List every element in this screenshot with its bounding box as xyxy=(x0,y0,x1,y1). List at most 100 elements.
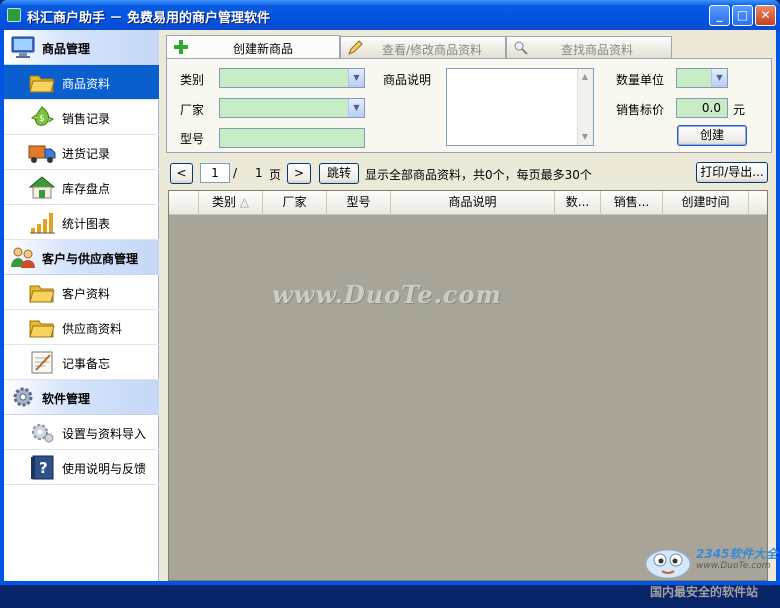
tab-create-product[interactable]: 创建新商品 xyxy=(166,35,340,59)
bar-chart-icon xyxy=(30,213,55,234)
sidebar-item-label: 使用说明与反馈 xyxy=(62,462,147,476)
sidebar-item-label: 进货记录 xyxy=(62,147,111,161)
unit-label: 数量单位 xyxy=(616,73,665,87)
column-header-description[interactable]: 商品说明 xyxy=(391,191,555,215)
close-button[interactable]: ✕ xyxy=(755,5,776,26)
category-combo[interactable]: ▼ xyxy=(219,68,365,88)
sidebar-item-sales-records[interactable]: $ 销售记录 xyxy=(4,100,159,135)
pencil-icon xyxy=(348,40,363,55)
minimize-button[interactable]: _ xyxy=(709,5,730,26)
section-software-management[interactable]: 软件管理 xyxy=(4,380,159,415)
column-header-quantity[interactable]: 数... xyxy=(555,191,601,215)
magnifier-icon xyxy=(514,41,528,55)
create-button[interactable]: 创建 xyxy=(677,125,747,146)
price-input[interactable]: 0.0 xyxy=(676,98,728,118)
column-header-created-time[interactable]: 创建时间 xyxy=(663,191,749,215)
category-label: 类别 xyxy=(180,73,205,87)
pager-status: 显示全部商品资料，共0个，每页最多30个 xyxy=(365,168,592,182)
sidebar-item-help-feedback[interactable]: ? 使用说明与反馈 xyxy=(4,450,159,485)
sidebar-item-label: 销售记录 xyxy=(62,112,111,126)
folder-open-icon xyxy=(29,75,55,93)
sidebar-item-product-info[interactable]: 商品资料 xyxy=(4,65,159,100)
page-number-input[interactable]: 1 xyxy=(200,163,230,183)
chevron-down-icon[interactable]: ▼ xyxy=(711,69,727,87)
maximize-button[interactable]: □ xyxy=(732,5,753,26)
notepad-icon xyxy=(31,351,53,374)
svg-text:?: ? xyxy=(39,459,48,477)
total-pages: 1 xyxy=(255,166,263,180)
vendor-label: 厂家 xyxy=(180,103,205,117)
section-customer-supplier[interactable]: 客户与供应商管理 xyxy=(4,240,159,275)
grid-row-header xyxy=(169,191,199,215)
sidebar-item-label: 商品资料 xyxy=(62,77,111,91)
app-icon xyxy=(7,8,21,22)
sidebar-item-suppliers[interactable]: 供应商资料 xyxy=(4,310,159,345)
money-icon: $ xyxy=(30,106,55,126)
product-grid[interactable]: 类别 △ 厂家 型号 商品说明 数... 销售... 创建时间 xyxy=(168,190,768,581)
next-page-button[interactable]: > xyxy=(287,163,311,184)
vendor-combo[interactable]: ▼ xyxy=(219,98,365,118)
title-bar[interactable]: 科汇商户助手 － 免费易用的商户管理软件 _ □ ✕ xyxy=(0,0,780,30)
column-header-sale-price[interactable]: 销售... xyxy=(601,191,663,215)
tab-label: 查找商品资料 xyxy=(561,43,634,57)
sidebar: 商品管理 商品资料 $ 销售记录 进货记录 库存盘点 统计图表 客户与供应商管理… xyxy=(4,30,159,581)
model-input[interactable] xyxy=(219,128,365,148)
tab-strip: 创建新商品 查看/修改商品资料 查找商品资料 xyxy=(166,35,772,59)
mascot-logo-icon xyxy=(645,549,691,579)
sidebar-item-customers[interactable]: 客户资料 xyxy=(4,275,159,310)
sidebar-item-notes[interactable]: 记事备忘 xyxy=(4,345,159,380)
tab-label: 查看/修改商品资料 xyxy=(382,43,483,57)
truck-icon xyxy=(28,145,56,163)
folder-open-icon xyxy=(29,320,55,338)
model-label: 型号 xyxy=(180,132,205,146)
sidebar-item-label: 记事备忘 xyxy=(62,357,111,371)
section-label: 软件管理 xyxy=(42,392,91,406)
column-header-model[interactable]: 型号 xyxy=(327,191,391,215)
users-icon xyxy=(11,247,35,268)
settings-icon xyxy=(32,424,54,443)
print-export-button[interactable]: 打印/导出... xyxy=(696,162,768,183)
currency-label: 元 xyxy=(733,103,746,117)
logo-url-text: www.DuoTe.com xyxy=(696,561,771,571)
sidebar-item-statistics[interactable]: 统计图表 xyxy=(4,205,159,240)
warehouse-icon xyxy=(28,176,56,199)
sidebar-item-purchase-records[interactable]: 进货记录 xyxy=(4,135,159,170)
plus-icon xyxy=(174,40,188,54)
chevron-down-icon[interactable]: ▼ xyxy=(348,99,364,117)
page-label: 页 xyxy=(269,168,282,182)
column-header-vendor[interactable]: 厂家 xyxy=(263,191,327,215)
sidebar-item-label: 库存盘点 xyxy=(62,182,111,196)
section-label: 商品管理 xyxy=(42,42,91,56)
sidebar-item-label: 供应商资料 xyxy=(62,322,123,336)
grid-header: 类别 △ 厂家 型号 商品说明 数... 销售... 创建时间 xyxy=(169,191,767,215)
sidebar-item-label: 客户资料 xyxy=(62,287,111,301)
sort-asc-icon: △ xyxy=(239,195,250,209)
window-title: 科汇商户助手 － 免费易用的商户管理软件 xyxy=(27,11,271,26)
help-book-icon: ? xyxy=(31,455,54,480)
scroll-down-icon[interactable]: ▼ xyxy=(578,130,592,144)
scroll-up-icon[interactable]: ▲ xyxy=(578,70,592,84)
sidebar-item-label: 设置与资料导入 xyxy=(62,427,147,441)
price-label: 销售标价 xyxy=(616,103,665,117)
logo-main-text: 2345软件大全 xyxy=(696,547,778,561)
description-label: 商品说明 xyxy=(383,73,432,87)
section-label: 客户与供应商管理 xyxy=(42,252,139,266)
page-separator: / xyxy=(233,166,238,180)
column-label: 类别 xyxy=(211,195,236,209)
tab-edit-product[interactable]: 查看/修改商品资料 xyxy=(340,36,506,58)
client-area: 商品管理 商品资料 $ 销售记录 进货记录 库存盘点 统计图表 客户与供应商管理… xyxy=(4,30,777,599)
svg-text:$: $ xyxy=(39,114,45,124)
section-product-management[interactable]: 商品管理 xyxy=(4,30,159,65)
unit-combo[interactable]: ▼ xyxy=(676,68,728,88)
sidebar-item-settings-import[interactable]: 设置与资料导入 xyxy=(4,415,159,450)
sidebar-item-inventory[interactable]: 库存盘点 xyxy=(4,170,159,205)
logo-slogan-text: 国内最安全的软件站 xyxy=(650,585,759,599)
jump-button[interactable]: 跳转 xyxy=(319,163,359,184)
chevron-down-icon[interactable]: ▼ xyxy=(348,69,364,87)
prev-page-button[interactable]: < xyxy=(170,163,193,184)
tab-search-product[interactable]: 查找商品资料 xyxy=(506,36,672,58)
description-textarea[interactable]: ▲ ▼ xyxy=(446,68,594,146)
watermark-text: www.DuoTe.com xyxy=(272,280,502,309)
column-header-category[interactable]: 类别 △ xyxy=(199,191,263,215)
site-logo-badge: 2345软件大全 www.DuoTe.com 国内最安全的软件站 xyxy=(640,538,780,608)
